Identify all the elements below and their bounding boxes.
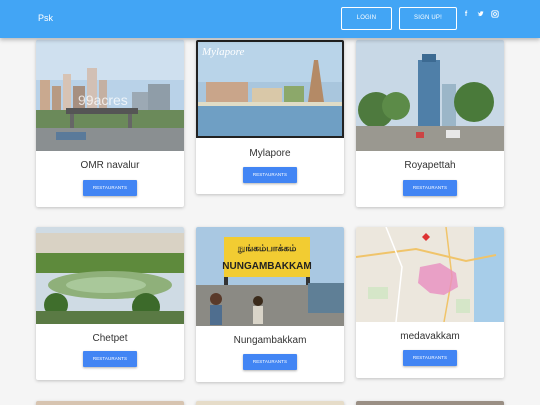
- instagram-icon[interactable]: [490, 10, 500, 20]
- card-chetpet: Chetpet RESTAURANTS: [36, 227, 184, 380]
- image-caption: Mylapore: [201, 46, 244, 58]
- restaurants-button[interactable]: RESTAURANTS: [83, 180, 137, 196]
- card-partial-3: [356, 401, 504, 405]
- signup-button[interactable]: SIGN UP!: [399, 7, 457, 30]
- card-title: Mylapore: [249, 148, 291, 159]
- card-title: OMR navalur: [80, 160, 140, 171]
- restaurants-button[interactable]: RESTAURANTS: [403, 180, 457, 196]
- card-nungambakkam: நுங்கம்பாக்கம் NUNGAMBAKKAM Nungambakkam…: [196, 227, 344, 382]
- station-sign-tamil: நுங்கம்பாக்கம்: [237, 244, 297, 254]
- restaurants-button[interactable]: RESTAURANTS: [243, 354, 297, 370]
- card-medavakkam: medavakkam RESTAURANTS: [356, 227, 504, 378]
- login-button[interactable]: LOGIN: [341, 7, 392, 30]
- station-sign-english: NUNGAMBAKKAM: [222, 261, 311, 272]
- nungambakkam-image: நுங்கம்பாக்கம் NUNGAMBAKKAM: [196, 227, 344, 326]
- card-title: medavakkam: [400, 331, 460, 342]
- card-title: Royapettah: [404, 160, 456, 171]
- card-title: Chetpet: [92, 333, 128, 344]
- card-omr-navalur: 99acres OMR navalur RESTAURANTS: [36, 40, 184, 207]
- royapettah-image: [356, 40, 504, 151]
- restaurants-button[interactable]: RESTAURANTS: [83, 351, 137, 367]
- chetpet-image: [36, 227, 184, 324]
- medavakkam-map-image: [356, 227, 504, 322]
- omr-navalur-image: 99acres: [36, 40, 184, 151]
- restaurants-button[interactable]: RESTAURANTS: [243, 167, 297, 183]
- card-mylapore: Mylapore Mylapore RESTAURANTS: [196, 40, 344, 194]
- facebook-icon[interactable]: f: [461, 10, 471, 20]
- card-partial-1: [36, 401, 184, 405]
- card-royapettah: Royapettah RESTAURANTS: [356, 40, 504, 207]
- brand-logo[interactable]: Psk: [38, 13, 53, 23]
- navbar: Psk LOGIN SIGN UP! f: [0, 0, 540, 38]
- watermark-text: 99acres: [78, 92, 128, 108]
- restaurants-button[interactable]: RESTAURANTS: [403, 350, 457, 366]
- card-partial-2: [196, 401, 344, 405]
- twitter-icon[interactable]: [476, 10, 486, 20]
- mylapore-image: Mylapore: [196, 40, 344, 138]
- card-title: Nungambakkam: [233, 335, 307, 346]
